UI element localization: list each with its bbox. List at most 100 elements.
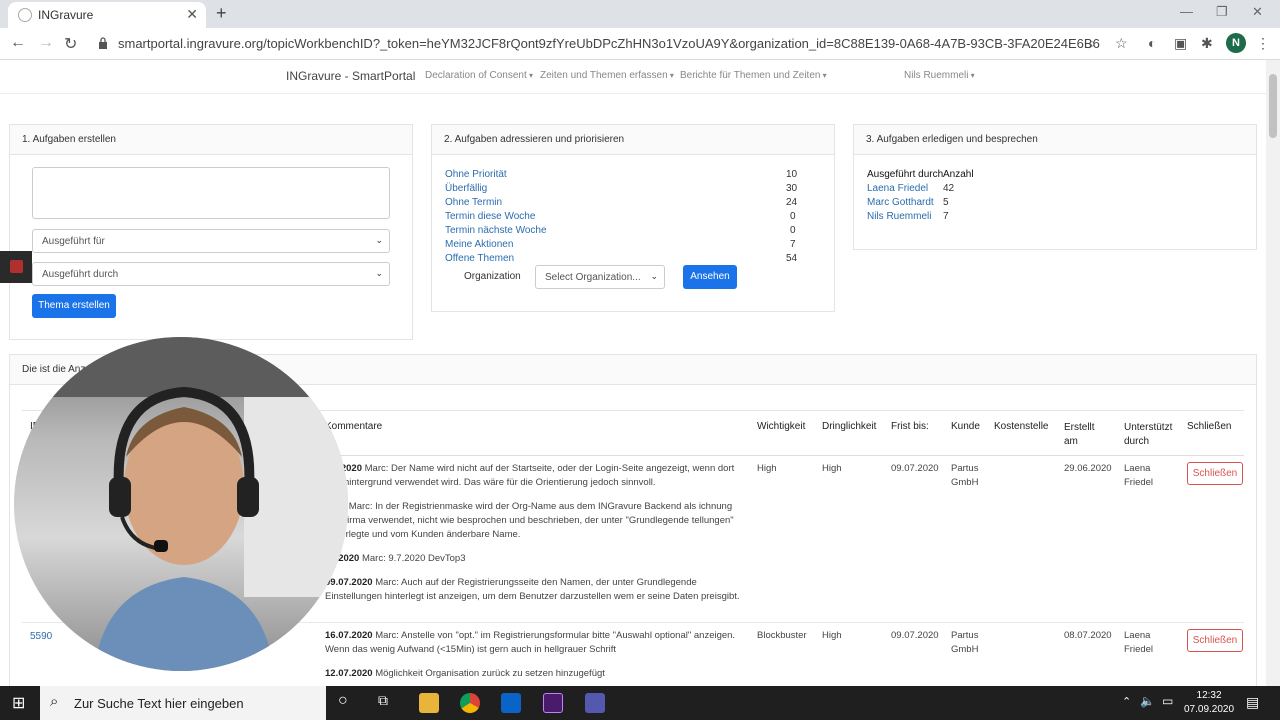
- windows-start-icon[interactable]: ⊞: [12, 693, 25, 713]
- puzzle-icon[interactable]: ✱: [1201, 35, 1213, 52]
- topic-textarea[interactable]: [32, 167, 390, 219]
- assignee-count: 5: [943, 197, 949, 208]
- thema-erstellen-button[interactable]: Thema erstellen: [32, 294, 116, 318]
- comment-text: Möglichkeit Organisation zurück zu setze…: [375, 668, 605, 679]
- taskbar-search[interactable]: ⌕ Zur Suche Text hier eingeben: [40, 686, 326, 720]
- browser-tab[interactable]: INGravure ✕: [8, 2, 206, 28]
- filter-link[interactable]: Termin nächste Woche: [445, 225, 547, 236]
- zoom-icon[interactable]: ⌕: [1088, 35, 1096, 52]
- brand-link[interactable]: INGravure - SmartPortal: [286, 69, 415, 83]
- nav-berichte[interactable]: Berichte für Themen und Zeiten: [680, 70, 827, 81]
- webcam-overlay: [14, 337, 348, 671]
- menu-icon[interactable]: ⋮: [1256, 35, 1270, 52]
- assignee-link[interactable]: Marc Gotthardt: [867, 197, 934, 208]
- organization-select[interactable]: Select Organization... ⌄: [535, 265, 665, 289]
- ausgefuehrt-durch-select[interactable]: Ausgeführt durch ⌄: [32, 262, 390, 286]
- chevron-up-icon[interactable]: ⌃: [1122, 695, 1131, 708]
- volume-icon[interactable]: 🔈: [1140, 694, 1155, 708]
- cell-erstellt: 08.07.2020: [1064, 630, 1112, 641]
- cell-frist: 09.07.2020: [891, 463, 939, 474]
- organization-label: Organization: [464, 271, 521, 282]
- filter-link[interactable]: Meine Aktionen: [445, 239, 513, 250]
- extension-icon[interactable]: ◐: [1148, 35, 1156, 51]
- assignee-link[interactable]: Laena Friedel: [867, 183, 928, 194]
- taskbar-clock[interactable]: 12:32 07.09.2020: [1184, 689, 1234, 717]
- new-tab-icon[interactable]: +: [216, 3, 227, 24]
- maximize-icon[interactable]: ❐: [1216, 4, 1228, 20]
- file-explorer-icon[interactable]: [419, 693, 439, 713]
- search-placeholder: Zur Suche Text hier eingeben: [74, 696, 244, 711]
- cortana-icon[interactable]: ○: [338, 692, 348, 710]
- cell-kunde: Partus GmbH: [951, 630, 979, 655]
- comment: 09.07.2020 Marc: Auch auf der Registrier…: [325, 576, 745, 604]
- column-header-erstellt: Erstellt am: [1064, 422, 1095, 447]
- powershell-icon[interactable]: [543, 693, 563, 713]
- browser-toolbar: ← → ↻ smartportal.ingravure.org/topicWor…: [0, 28, 1280, 60]
- reload-icon[interactable]: ↻: [64, 34, 77, 54]
- assignee-count: 7: [943, 211, 949, 222]
- forward-icon[interactable]: →: [38, 34, 54, 52]
- close-window-icon[interactable]: ✕: [1252, 4, 1263, 20]
- scrollbar-thumb[interactable]: [1269, 74, 1277, 138]
- filter-count: 0: [790, 211, 796, 222]
- teams-icon[interactable]: [585, 693, 605, 713]
- avatar[interactable]: N: [1226, 33, 1246, 53]
- cell-frist: 09.07.2020: [891, 630, 939, 641]
- schliessen-button[interactable]: Schließen: [1187, 629, 1243, 652]
- filter-link[interactable]: Überfällig: [445, 183, 487, 194]
- filter-link[interactable]: Termin diese Woche: [445, 211, 535, 222]
- cell-dringlichkeit: High: [822, 463, 842, 474]
- favicon-icon: [18, 8, 32, 22]
- search-icon: ⌕: [50, 693, 59, 710]
- webcam-person-image: [14, 337, 348, 671]
- outlook-icon[interactable]: [501, 693, 521, 713]
- extension-icon[interactable]: ▣: [1174, 35, 1187, 52]
- topic-id-link[interactable]: 5590: [30, 631, 52, 642]
- ansehen-button[interactable]: Ansehen: [683, 265, 737, 289]
- nav-zeiten-und-themen[interactable]: Zeiten und Themen erfassen: [540, 70, 674, 81]
- comment: 16.07.2020 Marc: Anstelle von "opt." im …: [325, 629, 745, 657]
- app-navbar: INGravure - SmartPortal Declaration of C…: [0, 60, 1266, 94]
- battery-icon[interactable]: ▭: [1162, 694, 1173, 708]
- card-aufgaben-adressieren: 2. Aufgaben adressieren und priorisieren…: [431, 124, 835, 312]
- filter-link[interactable]: Offene Themen: [445, 253, 514, 264]
- card-header: 3. Aufgaben erledigen und besprechen: [854, 125, 1256, 155]
- filter-link[interactable]: Ohne Priorität: [445, 169, 507, 180]
- column-header-schliessen: Schließen: [1187, 421, 1232, 432]
- assignee-link[interactable]: Nils Ruemmeli: [867, 211, 931, 222]
- page-scrollbar[interactable]: [1266, 60, 1280, 686]
- address-bar[interactable]: smartportal.ingravure.org/topicWorkbench…: [118, 36, 1100, 51]
- notification-icon[interactable]: ▤: [1246, 694, 1259, 711]
- comment-date: 16.07.2020: [325, 630, 373, 641]
- cell-unterstuetzt: Laena Friedel: [1124, 630, 1154, 655]
- task-view-icon[interactable]: ⧉: [378, 692, 388, 709]
- nav-declaration-of-consent[interactable]: Declaration of Consent: [425, 70, 533, 81]
- cell-wichtigkeit: High: [757, 463, 777, 474]
- back-icon[interactable]: ←: [10, 34, 26, 52]
- column-header-kommentare: Kommentare: [325, 421, 383, 432]
- tab-title: INGravure: [38, 8, 94, 22]
- filter-count: 7: [790, 239, 796, 250]
- ausgefuehrt-fuer-select[interactable]: Ausgeführt für ⌄: [32, 229, 390, 253]
- comment-text: Marc: Auch auf der Registrierungsseite d…: [325, 577, 740, 602]
- card-header: 1. Aufgaben erstellen: [10, 125, 412, 155]
- comment-date: 12.07.2020: [325, 668, 373, 679]
- cell-erstellt: 29.06.2020: [1064, 463, 1112, 474]
- nav-user-menu[interactable]: Nils Ruemmeli: [904, 70, 975, 81]
- chrome-icon[interactable]: [460, 693, 480, 713]
- filter-count: 54: [786, 253, 798, 264]
- comment-text: Marc: Der Name wird nicht auf der Starts…: [325, 463, 735, 488]
- card-header: 2. Aufgaben adressieren und priorisieren: [432, 125, 834, 155]
- schliessen-button[interactable]: Schließen: [1187, 462, 1243, 485]
- close-tab-icon[interactable]: ✕: [186, 6, 198, 23]
- comment-text: Marc: Anstelle von "opt." im Registrieru…: [325, 630, 736, 655]
- select-value: Select Organization...: [545, 272, 641, 283]
- bookmark-star-icon[interactable]: ☆: [1115, 35, 1128, 52]
- filter-link[interactable]: Ohne Termin: [445, 197, 502, 208]
- minimize-icon[interactable]: —: [1180, 4, 1193, 19]
- record-stop-button[interactable]: [0, 251, 32, 283]
- cell-kunde: Partus GmbH: [951, 463, 979, 488]
- comment-text: Marc: In der Registrienmaske wird der Or…: [325, 501, 734, 540]
- comment: 2020 Marc: In der Registrienmaske wird d…: [325, 500, 745, 542]
- cell-wichtigkeit: Blockbuster: [757, 630, 807, 641]
